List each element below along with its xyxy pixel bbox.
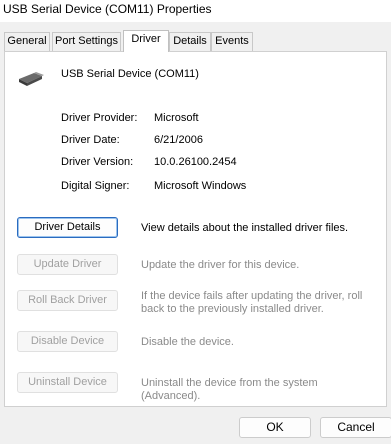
driver-details-button[interactable]: Driver Details [17, 217, 118, 238]
roll-back-driver-button[interactable]: Roll Back Driver [17, 290, 118, 311]
digital-signer-value: Microsoft Windows [154, 180, 247, 192]
roll-back-driver-description: If the device fails after updating the d… [141, 290, 363, 315]
tab-details[interactable]: Details [169, 32, 211, 51]
disable-device-description: Disable the device. [141, 336, 234, 348]
driver-version-value: 10.0.26100.2454 [154, 156, 237, 168]
window-title: USB Serial Device (COM11) Properties [3, 2, 212, 16]
tab-driver[interactable]: Driver [123, 30, 169, 52]
tab-events[interactable]: Events [211, 32, 253, 51]
properties-dialog: USB Serial Device (COM11) Properties Gen… [0, 0, 391, 444]
disable-device-button[interactable]: Disable Device [17, 331, 118, 352]
tab-general[interactable]: General [4, 32, 50, 51]
tab-strip: General Port Settings Driver Details Eve… [4, 30, 387, 52]
digital-signer-label: Digital Signer: [61, 180, 130, 192]
uninstall-device-description: Uninstall the device from the system (Ad… [141, 377, 318, 402]
title-bar: USB Serial Device (COM11) Properties [0, 0, 391, 22]
uninstall-device-button[interactable]: Uninstall Device [17, 372, 118, 393]
usb-connector-icon [19, 72, 44, 86]
driver-details-description: View details about the installed driver … [141, 222, 349, 234]
update-driver-description: Update the driver for this device. [141, 259, 300, 271]
device-name: USB Serial Device (COM11) [61, 68, 199, 80]
driver-provider-label: Driver Provider: [61, 112, 138, 124]
update-driver-button[interactable]: Update Driver [17, 254, 118, 275]
ok-button[interactable]: OK [239, 417, 311, 438]
cancel-button[interactable]: Cancel [320, 417, 391, 438]
driver-version-label: Driver Version: [61, 156, 134, 168]
driver-provider-value: Microsoft [154, 112, 199, 124]
driver-date-value: 6/21/2006 [154, 134, 203, 146]
driver-date-label: Driver Date: [61, 134, 120, 146]
tab-port-settings[interactable]: Port Settings [52, 32, 121, 51]
